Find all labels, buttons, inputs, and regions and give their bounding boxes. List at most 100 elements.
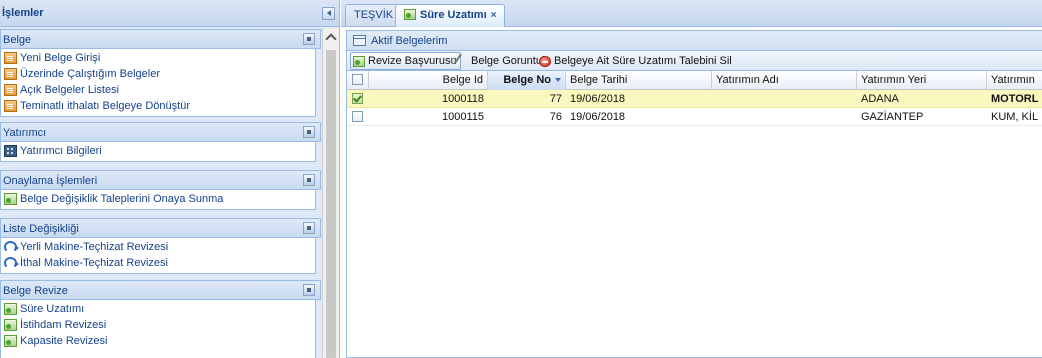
talep-sil-button[interactable]: Belgeye Ait Süre Uzatımı Talebini Sil bbox=[537, 52, 735, 70]
column-belge-tarihi[interactable]: Belge Tarihi bbox=[566, 71, 712, 90]
menu-item-yatirimci-bilgileri[interactable]: Yatırımcı Bilgileri bbox=[4, 143, 315, 159]
section-toggle-icon[interactable] bbox=[303, 33, 315, 45]
accordion: Belge Yeni Belge Girişi Üzerinde Çalıştı… bbox=[0, 28, 321, 358]
section-title: Belge Revize bbox=[3, 285, 68, 297]
building-icon bbox=[4, 145, 17, 157]
redo-icon bbox=[4, 241, 19, 253]
row-checkbox[interactable] bbox=[352, 111, 363, 122]
menu-item-label: Yerli Makine-Teçhizat Revizesi bbox=[20, 241, 169, 253]
column-yatirimin-yeri[interactable]: Yatırımın Yeri bbox=[857, 71, 987, 90]
column-label: Belge No bbox=[503, 74, 551, 86]
tab-sure-uzatimi[interactable]: Süre Uzatımı × bbox=[395, 4, 506, 27]
document-icon bbox=[4, 52, 17, 64]
menu-item-acik-belgeler[interactable]: Açık Belgeler Listesi bbox=[4, 82, 315, 98]
section-onaylama: Onaylama İşlemleri Belge Değişiklik Tale… bbox=[0, 170, 321, 210]
section-title: Belge bbox=[3, 34, 32, 46]
button-label: Belgeye Ait Süre Uzatımı Talebini Sil bbox=[554, 55, 732, 67]
column-label: Yatırımın Adı bbox=[716, 74, 779, 86]
section-title: Onaylama İşlemleri bbox=[3, 175, 98, 187]
page-add-icon bbox=[4, 303, 17, 315]
scroll-up-icon[interactable] bbox=[325, 33, 337, 45]
section-yatirimci: Yatırımcı Yatırımcı Bilgileri bbox=[0, 122, 321, 162]
column-yatirimin[interactable]: Yatırımın bbox=[987, 71, 1042, 90]
column-belge-id[interactable]: Belge Id bbox=[369, 71, 488, 90]
cell-yatirimin-yeri: GAZİANTEP bbox=[861, 111, 924, 123]
cell-yatirimin-adi bbox=[712, 90, 857, 108]
cell-yatirimin-yeri: ADANA bbox=[861, 93, 899, 105]
menu-item-label: Yeni Belge Girişi bbox=[20, 52, 101, 64]
section-toggle-icon[interactable] bbox=[303, 284, 315, 296]
section-toggle-icon[interactable] bbox=[303, 126, 315, 138]
page-add-icon bbox=[4, 193, 17, 205]
menu-item-label: Süre Uzatımı bbox=[20, 303, 85, 315]
left-panel-scrollbar[interactable] bbox=[322, 28, 339, 358]
menu-item-label: İthal Makine-Teçhizat Revizesi bbox=[20, 257, 168, 269]
column-label: Belge Tarihi bbox=[570, 74, 628, 86]
menu-item-onaya-sunma[interactable]: Belge Değişiklik Taleplerini Onaya Sunma bbox=[4, 191, 315, 207]
section-title: Liste Değişikliği bbox=[3, 223, 79, 235]
section-header[interactable]: Belge bbox=[0, 29, 321, 49]
scissors-icon bbox=[453, 53, 471, 69]
cell-belge-id: 1000115 bbox=[441, 111, 484, 123]
grid-toolbar: Revize Başvurusu Belge Goruntule Belgeye… bbox=[347, 51, 1042, 71]
cell-yatirimin-adi bbox=[712, 108, 857, 126]
grid-icon bbox=[353, 35, 366, 46]
section-list: Yatırımcı Bilgileri bbox=[0, 142, 316, 162]
menu-item-label: Teminatlı ithalatı Belgeye Dönüştür bbox=[20, 100, 190, 112]
menu-item-yerli-revize[interactable]: Yerli Makine-Teçhizat Revizesi bbox=[4, 239, 315, 255]
menu-item-teminatli-ithalat[interactable]: Teminatlı ithalatı Belgeye Dönüştür bbox=[4, 98, 315, 114]
cell-belge-tarihi: 19/06/2018 bbox=[570, 111, 626, 123]
menu-item-yeni-belge[interactable]: Yeni Belge Girişi bbox=[4, 50, 315, 66]
revize-basvurusu-button[interactable]: Revize Başvurusu bbox=[350, 52, 461, 70]
cell-belge-no: 77 bbox=[549, 93, 562, 105]
section-belge: Belge Yeni Belge Girişi Üzerinde Çalıştı… bbox=[0, 29, 321, 117]
left-panel-header: İşlemler bbox=[0, 0, 339, 27]
menu-item-calistigim-belgeler[interactable]: Üzerinde Çalıştığım Belgeler bbox=[4, 66, 315, 82]
select-all-column[interactable] bbox=[347, 71, 369, 90]
section-header[interactable]: Onaylama İşlemleri bbox=[0, 170, 321, 190]
scroll-thumb[interactable] bbox=[326, 50, 336, 358]
column-label: Belge Id bbox=[442, 74, 483, 86]
page-add-icon bbox=[4, 319, 17, 331]
delete-icon bbox=[539, 55, 551, 67]
section-header[interactable]: Liste Değişikliği bbox=[0, 218, 321, 238]
close-icon[interactable]: × bbox=[491, 5, 497, 26]
tab-bar: TEŞVİK Süre Uzatımı × bbox=[341, 0, 1042, 27]
collapse-panel-icon[interactable] bbox=[322, 7, 335, 20]
section-toggle-icon[interactable] bbox=[303, 174, 315, 186]
column-belge-no[interactable]: Belge No bbox=[488, 71, 566, 90]
page-add-icon bbox=[353, 55, 365, 67]
select-all-checkbox[interactable] bbox=[352, 74, 363, 85]
section-liste-degisikligi: Liste Değişikliği Yerli Makine-Teçhizat … bbox=[0, 218, 321, 274]
section-header[interactable]: Yatırımcı bbox=[0, 122, 321, 142]
menu-item-label: Açık Belgeler Listesi bbox=[20, 84, 120, 96]
left-panel-title: İşlemler bbox=[2, 7, 44, 19]
table-row[interactable]: 1000115 76 19/06/2018 GAZİANTEP KUM, KİL bbox=[347, 108, 1042, 126]
row-checkbox[interactable] bbox=[352, 93, 363, 104]
tab-tesvik[interactable]: TEŞVİK bbox=[345, 4, 403, 26]
document-icon bbox=[4, 100, 17, 112]
section-list: Süre Uzatımı İstihdam Revizesi Kapasite … bbox=[0, 300, 316, 358]
column-yatirimin-adi[interactable]: Yatırımın Adı bbox=[712, 71, 857, 90]
menu-item-istihdam-revizesi[interactable]: İstihdam Revizesi bbox=[4, 317, 315, 333]
redo-icon bbox=[4, 257, 19, 269]
grid-title: Aktif Belgelerim bbox=[371, 35, 448, 47]
aktif-belgelerim-grid: Aktif Belgelerim Revize Başvurusu Belge … bbox=[346, 30, 1042, 358]
tab-label: Süre Uzatımı bbox=[420, 9, 487, 21]
menu-item-kapasite-revizesi[interactable]: Kapasite Revizesi bbox=[4, 333, 315, 349]
section-list: Yeni Belge Girişi Üzerinde Çalıştığım Be… bbox=[0, 49, 316, 117]
column-label: Yatırımın bbox=[991, 74, 1035, 86]
grid-title-bar: Aktif Belgelerim bbox=[347, 31, 1042, 51]
menu-item-ithal-revize[interactable]: İthal Makine-Teçhizat Revizesi bbox=[4, 255, 315, 271]
left-navigation-panel: İşlemler Belge Yeni Belge Girişi Üzerind… bbox=[0, 0, 340, 358]
menu-item-label: Üzerinde Çalıştığım Belgeler bbox=[20, 68, 161, 80]
section-toggle-icon[interactable] bbox=[303, 222, 315, 234]
main-content: TEŞVİK Süre Uzatımı × Aktif Belgelerim Re… bbox=[341, 0, 1042, 358]
section-header[interactable]: Belge Revize bbox=[0, 280, 321, 300]
tab-label: TEŞVİK bbox=[354, 9, 394, 21]
menu-item-sure-uzatimi[interactable]: Süre Uzatımı bbox=[4, 301, 315, 317]
document-icon bbox=[4, 84, 17, 96]
table-row[interactable]: 1000118 77 19/06/2018 ADANA MOTORL bbox=[347, 90, 1042, 108]
section-title: Yatırımcı bbox=[3, 127, 47, 139]
menu-item-label: Kapasite Revizesi bbox=[20, 335, 108, 347]
